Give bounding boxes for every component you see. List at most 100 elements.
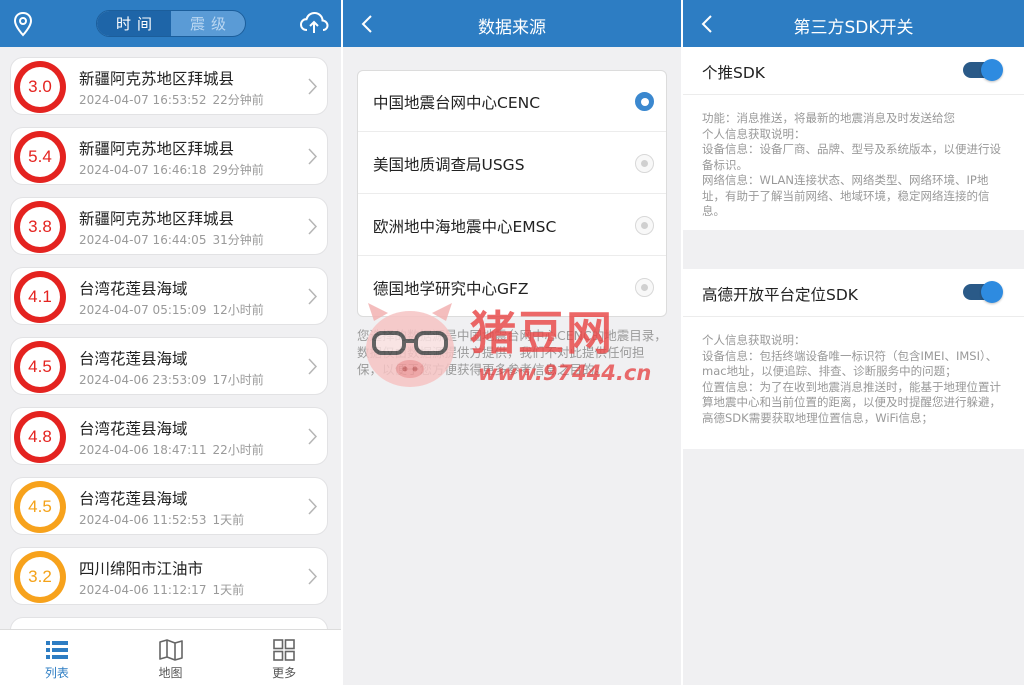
- sdk-title: 高德开放平台定位SDK: [702, 286, 858, 304]
- sdk-desc-line: 设备信息：设备厂商、品牌、型号及系统版本，以便进行设备标识。: [702, 142, 1001, 172]
- top-bar: 数据来源: [343, 0, 681, 47]
- quake-time: 2024-04-07 05:15:09: [79, 303, 207, 317]
- chevron-right-icon: [308, 428, 317, 445]
- quake-list-item[interactable]: 4.1 台湾花莲县海域 2024-04-07 05:15:09 12小时前: [10, 267, 328, 325]
- quake-location: 新疆阿克苏地区拜城县: [79, 210, 235, 228]
- quake-location: 四川绵阳市江油市: [79, 560, 204, 578]
- quake-ago: 22分钟前: [212, 93, 264, 107]
- radio-button[interactable]: [635, 278, 654, 297]
- top-bar: 时间 震级: [0, 0, 341, 47]
- quake-list-item[interactable]: 4.5 台湾花莲县海域 2024-04-06 11:52:53 1天前: [10, 477, 328, 535]
- quake-meta: 2024-04-07 16:46:18 29分钟前: [79, 161, 264, 178]
- sdk-section-header: 高德开放平台定位SDK: [683, 269, 1024, 317]
- chevron-right-icon: [308, 148, 317, 165]
- quake-location: 台湾花莲县海域: [79, 280, 188, 298]
- quake-ago: 17小时前: [212, 373, 264, 387]
- data-source-option[interactable]: 美国地质调查局USGS: [358, 133, 666, 194]
- magnitude-badge: 5.4: [14, 131, 66, 183]
- sdk-section-getui: 个推SDK 功能：消息推送，将最新的地震消息及时发送给您 个人信息获取说明： 设…: [683, 47, 1024, 230]
- radio-dot: [641, 160, 648, 167]
- radio-dot: [640, 97, 649, 106]
- quake-meta: 2024-04-07 05:15:09 12小时前: [79, 301, 264, 318]
- quake-time: 2024-04-07 16:53:52: [79, 93, 207, 107]
- toggle-knob: [981, 281, 1003, 303]
- data-source-option[interactable]: 德国地学研究中心GFZ: [358, 257, 666, 316]
- map-icon: [158, 639, 183, 661]
- chevron-right-icon: [308, 218, 317, 235]
- tab-map[interactable]: 地图: [114, 630, 228, 685]
- magnitude-badge: 4.8: [14, 411, 66, 463]
- quake-location: 台湾花莲县海域: [79, 350, 188, 368]
- data-source-note: 您选择的数据源是中国地震台网中心CENC的地震目录，数据仅由数据源提供方提供，我…: [357, 328, 667, 377]
- data-source-label: 中国地震台网中心CENC: [373, 94, 541, 112]
- segment-magnitude[interactable]: 震级: [171, 11, 245, 36]
- quake-location: 台湾花莲县海域: [79, 420, 188, 438]
- sdk-description: 个人信息获取说明： 设备信息：包括终端设备唯一标识符（包含IMEI、IMSI）、…: [702, 333, 1010, 426]
- quake-ago: 31分钟前: [212, 233, 264, 247]
- quake-ago: 22小时前: [212, 443, 264, 457]
- cloud-upload-icon[interactable]: [299, 11, 329, 35]
- sdk-section-header: 个推SDK: [683, 47, 1024, 95]
- sdk-desc-line: 位置信息：为了在收到地震消息推送时，能基于地理位置计算地震中心和当前位置的距离，…: [702, 379, 1001, 425]
- segment-time[interactable]: 时间: [97, 11, 171, 36]
- magnitude-value: 3.8: [20, 207, 60, 247]
- magnitude-badge: 4.1: [14, 271, 66, 323]
- magnitude-badge: 3.8: [14, 201, 66, 253]
- magnitude-value: 5.4: [20, 137, 60, 177]
- chevron-right-icon: [308, 568, 317, 585]
- magnitude-badge: 4.5: [14, 341, 66, 393]
- magnitude-badge: 3.0: [14, 61, 66, 113]
- quake-location: 新疆阿克苏地区拜城县: [79, 140, 235, 158]
- sdk-toggle-amap[interactable]: [963, 281, 1003, 303]
- quake-time: 2024-04-07 16:44:05: [79, 233, 207, 247]
- quake-list: 3.0 新疆阿克苏地区拜城县 2024-04-07 16:53:52 22分钟前 5.4…: [0, 47, 341, 629]
- radio-button[interactable]: [635, 92, 654, 111]
- quake-time: 2024-04-06 11:52:53: [79, 513, 207, 527]
- tab-more[interactable]: 更多: [227, 630, 341, 685]
- magnitude-value: 4.5: [20, 347, 60, 387]
- quake-list-item-partial[interactable]: [10, 617, 328, 629]
- sdk-desc-line: 网络信息：WLAN连接状态、网络类型、网络环境、IP地址，有助于了解当前网络、地…: [702, 173, 990, 218]
- radio-button[interactable]: [635, 216, 654, 235]
- quake-list-item[interactable]: 3.0 新疆阿克苏地区拜城县 2024-04-07 16:53:52 22分钟前: [10, 57, 328, 115]
- chevron-right-icon: [308, 288, 317, 305]
- data-source-label: 德国地学研究中心GFZ: [373, 280, 529, 298]
- location-pin-icon[interactable]: [12, 11, 34, 37]
- quake-time: 2024-04-06 11:12:17: [79, 583, 207, 597]
- page-title: 数据来源: [478, 18, 546, 38]
- tab-more-label: 更多: [272, 666, 297, 680]
- data-source-screen: 数据来源 中国地震台网中心CENC 美国地质调查局USGS 欧洲地中海地震中心EMS…: [343, 0, 681, 685]
- data-source-label: 欧洲地中海地震中心EMSC: [373, 218, 557, 236]
- quake-list-item[interactable]: 4.8 台湾花莲县海域 2024-04-06 18:47:11 22小时前: [10, 407, 328, 465]
- quake-list-item[interactable]: 4.5 台湾花莲县海域 2024-04-06 23:53:09 17小时前: [10, 337, 328, 395]
- sdk-settings-screen: 第三方SDK开关 个推SDK 功能：消息推送，将最新的地震消息及时发送给您 个人…: [683, 0, 1024, 685]
- page-title: 第三方SDK开关: [793, 18, 914, 38]
- sdk-toggle-getui[interactable]: [963, 59, 1003, 81]
- tab-list[interactable]: 列表: [0, 630, 114, 685]
- tab-list-label: 列表: [44, 666, 69, 680]
- magnitude-value: 3.0: [20, 67, 60, 107]
- data-source-option[interactable]: 欧洲地中海地震中心EMSC: [358, 195, 666, 256]
- quake-list-item[interactable]: 3.8 新疆阿克苏地区拜城县 2024-04-07 16:44:05 31分钟前: [10, 197, 328, 255]
- quake-meta: 2024-04-07 16:53:52 22分钟前: [79, 91, 264, 108]
- quake-list-item[interactable]: 3.2 四川绵阳市江油市 2024-04-06 11:12:17 1天前: [10, 547, 328, 605]
- list-icon: [45, 641, 68, 659]
- sdk-desc-line: 个人信息获取说明：: [702, 333, 806, 347]
- magnitude-badge: 3.2: [14, 551, 66, 603]
- quake-meta: 2024-04-06 23:53:09 17小时前: [79, 371, 264, 388]
- top-bar: 第三方SDK开关: [683, 0, 1024, 47]
- quake-list-item[interactable]: 5.4 新疆阿克苏地区拜城县 2024-04-07 16:46:18 29分钟前: [10, 127, 328, 185]
- sort-segmented-control: 时间 震级: [96, 10, 246, 37]
- magnitude-value: 4.8: [20, 417, 60, 457]
- radio-button[interactable]: [635, 154, 654, 173]
- chevron-right-icon: [308, 358, 317, 375]
- quake-meta: 2024-04-07 16:44:05 31分钟前: [79, 231, 264, 248]
- sdk-desc-line: 功能：消息推送，将最新的地震消息及时发送给您: [702, 111, 955, 125]
- data-source-option[interactable]: 中国地震台网中心CENC: [358, 71, 666, 132]
- quake-ago: 1天前: [212, 583, 245, 597]
- quake-time: 2024-04-07 16:46:18: [79, 163, 207, 177]
- quake-location: 台湾花莲县海域: [79, 490, 188, 508]
- quake-ago: 12小时前: [212, 303, 264, 317]
- radio-dot: [641, 284, 648, 291]
- sdk-desc-line: 设备信息：包括终端设备唯一标识符（包含IMEI、IMSI）、mac地址，以便追踪…: [702, 348, 998, 379]
